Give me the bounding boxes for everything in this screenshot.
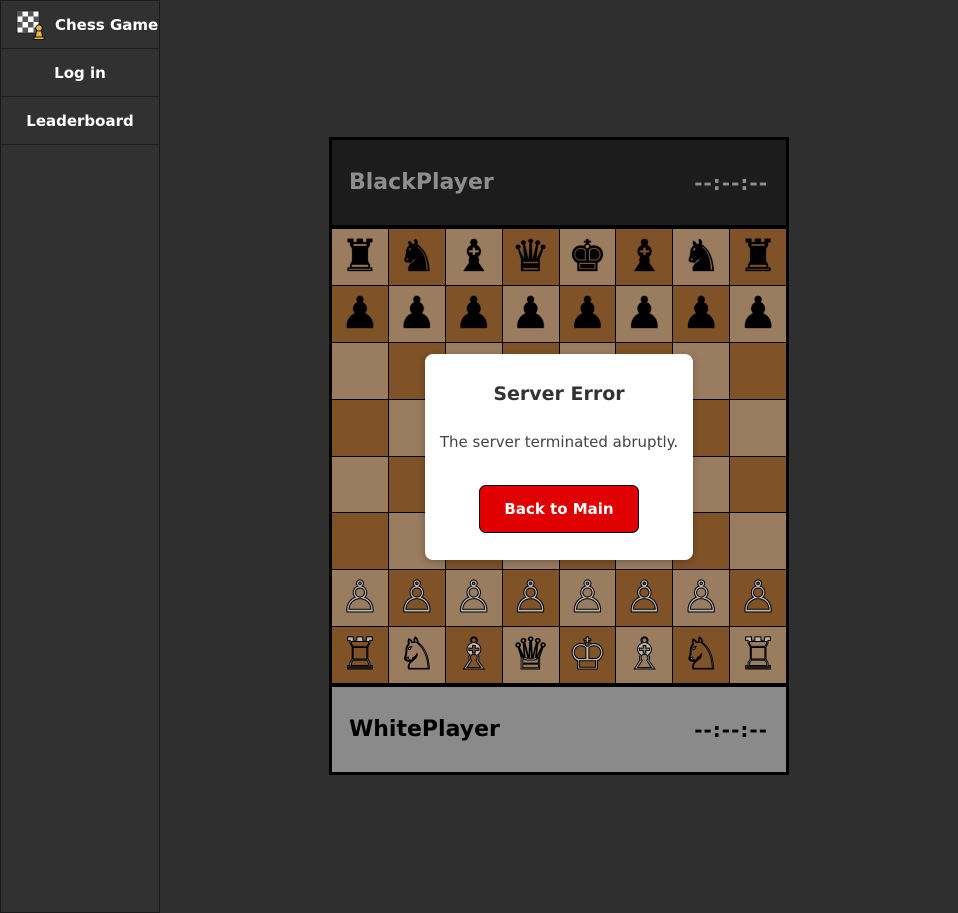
black-player-name: BlackPlayer bbox=[349, 170, 494, 195]
board-square[interactable]: ♜ bbox=[332, 229, 388, 285]
chess-piece[interactable]: ♜ bbox=[340, 234, 379, 279]
chess-piece[interactable]: ♕ bbox=[510, 632, 550, 677]
chess-piece[interactable]: ♝ bbox=[454, 234, 493, 279]
white-player-name: WhitePlayer bbox=[349, 717, 500, 742]
board-square[interactable]: ♚ bbox=[559, 229, 616, 285]
chess-piece[interactable]: ♞ bbox=[397, 234, 436, 279]
board-square[interactable]: ♟ bbox=[332, 285, 388, 342]
chess-piece[interactable]: ♟ bbox=[340, 291, 379, 336]
modal-message: The server terminated abruptly. bbox=[439, 433, 679, 451]
board-square[interactable]: ♟ bbox=[559, 285, 616, 342]
chess-piece[interactable]: ♙ bbox=[681, 575, 721, 620]
chess-logo-icon bbox=[16, 10, 45, 40]
board-square[interactable]: ♙ bbox=[388, 570, 445, 627]
board-square[interactable]: ♟ bbox=[445, 285, 502, 342]
board-square[interactable]: ♖ bbox=[332, 627, 388, 683]
chess-piece[interactable]: ♖ bbox=[340, 632, 380, 677]
board-square[interactable]: ♙ bbox=[332, 570, 388, 627]
board-square[interactable]: ♟ bbox=[388, 285, 445, 342]
sidebar: Chess Game Log in Leaderboard bbox=[0, 0, 160, 913]
board-square[interactable]: ♘ bbox=[673, 627, 730, 683]
board-square[interactable] bbox=[730, 513, 786, 570]
chess-piece[interactable]: ♟ bbox=[625, 291, 664, 336]
chess-piece[interactable]: ♙ bbox=[340, 575, 380, 620]
board-square[interactable]: ♙ bbox=[502, 570, 559, 627]
chess-piece[interactable]: ♖ bbox=[738, 632, 778, 677]
board-square[interactable]: ♞ bbox=[388, 229, 445, 285]
black-player-clock: --:--:-- bbox=[694, 170, 768, 195]
board-square[interactable]: ♝ bbox=[616, 229, 673, 285]
chess-piece[interactable]: ♘ bbox=[397, 632, 437, 677]
chess-piece[interactable]: ♜ bbox=[738, 234, 777, 279]
chess-piece[interactable]: ♝ bbox=[625, 234, 664, 279]
nav-leaderboard[interactable]: Leaderboard bbox=[1, 97, 159, 145]
chess-piece[interactable]: ♙ bbox=[510, 575, 550, 620]
board-square[interactable]: ♙ bbox=[616, 570, 673, 627]
board-square[interactable]: ♗ bbox=[616, 627, 673, 683]
board-square[interactable]: ♛ bbox=[502, 229, 559, 285]
nav-login[interactable]: Log in bbox=[1, 49, 159, 97]
board-square[interactable] bbox=[332, 513, 388, 570]
chess-piece[interactable]: ♞ bbox=[681, 234, 720, 279]
board-square[interactable]: ♔ bbox=[559, 627, 616, 683]
board-square[interactable] bbox=[730, 342, 786, 399]
chess-piece[interactable]: ♟ bbox=[397, 291, 436, 336]
board-square[interactable] bbox=[332, 399, 388, 456]
chess-piece[interactable]: ♟ bbox=[511, 291, 550, 336]
chess-piece[interactable]: ♙ bbox=[738, 575, 778, 620]
chess-piece[interactable]: ♙ bbox=[453, 575, 493, 620]
board-square[interactable]: ♟ bbox=[502, 285, 559, 342]
chess-piece[interactable]: ♗ bbox=[624, 632, 664, 677]
white-player-bar: WhitePlayer --:--:-- bbox=[329, 684, 789, 775]
modal-title: Server Error bbox=[493, 383, 625, 405]
chess-piece[interactable]: ♟ bbox=[738, 291, 777, 336]
board-square[interactable] bbox=[730, 399, 786, 456]
board-square[interactable]: ♟ bbox=[616, 285, 673, 342]
chess-piece[interactable]: ♙ bbox=[624, 575, 664, 620]
chess-piece[interactable]: ♔ bbox=[567, 632, 607, 677]
white-player-clock: --:--:-- bbox=[694, 717, 768, 742]
chess-piece[interactable]: ♟ bbox=[681, 291, 720, 336]
board-square[interactable]: ♟ bbox=[673, 285, 730, 342]
board-square[interactable] bbox=[332, 342, 388, 399]
board-square[interactable]: ♝ bbox=[445, 229, 502, 285]
chess-piece[interactable]: ♟ bbox=[454, 291, 493, 336]
board-square[interactable]: ♞ bbox=[673, 229, 730, 285]
board-square[interactable] bbox=[730, 456, 786, 513]
chess-piece[interactable]: ♗ bbox=[453, 632, 493, 677]
chess-piece[interactable]: ♙ bbox=[567, 575, 607, 620]
board-square[interactable]: ♟ bbox=[730, 285, 786, 342]
board-square[interactable]: ♜ bbox=[730, 229, 786, 285]
board-square[interactable]: ♙ bbox=[673, 570, 730, 627]
board-square[interactable] bbox=[332, 456, 388, 513]
board-square[interactable]: ♖ bbox=[730, 627, 786, 683]
black-player-bar: BlackPlayer --:--:-- bbox=[329, 137, 789, 228]
chess-piece[interactable]: ♚ bbox=[568, 234, 607, 279]
chess-piece[interactable]: ♛ bbox=[511, 234, 550, 279]
brand-label: Chess Game bbox=[55, 15, 159, 34]
board-square[interactable]: ♗ bbox=[445, 627, 502, 683]
board-square[interactable]: ♕ bbox=[502, 627, 559, 683]
board-square[interactable]: ♙ bbox=[730, 570, 786, 627]
board-square[interactable]: ♙ bbox=[559, 570, 616, 627]
board-square[interactable]: ♘ bbox=[388, 627, 445, 683]
chess-piece[interactable]: ♟ bbox=[568, 291, 607, 336]
board-square[interactable]: ♙ bbox=[445, 570, 502, 627]
brand-link[interactable]: Chess Game bbox=[1, 1, 159, 49]
chess-piece[interactable]: ♙ bbox=[397, 575, 437, 620]
chess-piece[interactable]: ♘ bbox=[681, 632, 721, 677]
back-to-main-menu-button[interactable]: Back to Main Menu bbox=[479, 485, 639, 564]
error-modal: Server Error The server terminated abrup… bbox=[425, 354, 693, 564]
